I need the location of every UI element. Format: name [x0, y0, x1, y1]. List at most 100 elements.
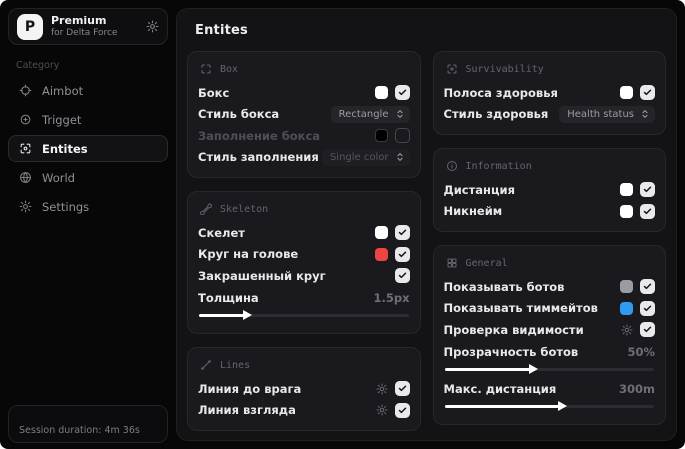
slider-thumb[interactable] — [243, 310, 253, 320]
brand-subtitle: for Delta Force — [51, 27, 118, 38]
app-window: P Premium for Delta Force Category Aimbo… — [0, 0, 685, 449]
max-distance-slider[interactable] — [444, 400, 654, 411]
sidebar-item-world[interactable]: World — [8, 164, 168, 191]
sidebar-item-label: Trigget — [42, 112, 82, 127]
checkbox-checked[interactable] — [640, 182, 655, 198]
page-title: Entites — [195, 23, 248, 38]
setting-row-box-style: Стиль бокса Rectangle — [198, 104, 410, 126]
target-icon — [19, 113, 32, 126]
checkbox-checked[interactable] — [394, 381, 410, 397]
bots-opacity-slider[interactable] — [444, 364, 654, 374]
fill-style-select[interactable]: Single color — [321, 148, 410, 166]
select-value: Health status — [567, 108, 634, 120]
setting-label: Макс. дистанция — [443, 381, 557, 396]
setting-row-fill-style: Стиль заполнения Single color — [198, 147, 410, 169]
category-label: Category — [16, 60, 60, 71]
slider-fill — [199, 310, 253, 320]
gear-icon[interactable] — [376, 383, 388, 395]
main-content: Entites Box Бокс Стиль бокса Rectangle З… — [176, 8, 677, 441]
setting-label: Показывать тиммейтов — [443, 301, 598, 316]
setting-label: Круг на голове — [198, 247, 299, 262]
setting-row-view-line: Линия взгляда — [198, 400, 410, 422]
brand-title: Premium — [51, 14, 107, 27]
frame-icon — [200, 63, 212, 75]
sidebar-item-trigget[interactable]: Trigget — [8, 106, 168, 133]
panel-survivability-header: Survivability — [444, 59, 656, 82]
color-swatch[interactable] — [620, 86, 633, 100]
setting-label: Линия до врага — [198, 381, 302, 396]
panel-header-label: General — [465, 257, 508, 269]
setting-row-nickname: Никнейм — [443, 201, 655, 223]
checkbox-checked[interactable] — [640, 279, 655, 295]
slider-thumb[interactable] — [528, 364, 538, 374]
panel-general: General Показывать ботов Показывать тимм… — [432, 245, 666, 425]
slider-thumb[interactable] — [557, 400, 567, 411]
panel-information: Information Дистанция Никнейм — [432, 148, 666, 232]
panel-box: Box Бокс Стиль бокса Rectangle Заполнени… — [187, 51, 421, 178]
color-swatch[interactable] — [374, 226, 388, 240]
setting-row-distance: Дистанция — [444, 179, 655, 201]
left-column: Box Бокс Стиль бокса Rectangle Заполнени… — [187, 51, 421, 431]
thickness-slider-group: Толщина 1.5px — [198, 288, 410, 320]
panel-lines-header: Lines — [198, 355, 410, 378]
panel-header-label: Box — [220, 63, 239, 75]
checkbox-checked[interactable] — [394, 85, 410, 101]
checkbox-checked[interactable] — [640, 322, 655, 338]
thickness-slider[interactable] — [199, 310, 409, 320]
checkbox-checked[interactable] — [640, 85, 655, 101]
checkbox-checked[interactable] — [640, 300, 655, 316]
panel-lines: Lines Линия до врага Линия взгляда — [187, 347, 421, 431]
color-swatch[interactable] — [374, 247, 388, 261]
select-value: Single color — [329, 151, 389, 163]
setting-row-box-fill: Заполнение бокса — [198, 125, 410, 147]
color-swatch[interactable] — [374, 129, 388, 143]
color-swatch[interactable] — [620, 301, 633, 315]
gear-icon[interactable] — [146, 20, 159, 33]
color-swatch[interactable] — [374, 86, 388, 100]
gear-icon[interactable] — [376, 404, 388, 416]
sidebar-item-entites[interactable]: Entites — [8, 135, 168, 162]
checkbox-unchecked[interactable] — [394, 128, 410, 144]
sidebar-nav: Aimbot Trigget Entites World Settings — [8, 77, 168, 220]
setting-row-visibility-check: Проверка видимости — [443, 319, 655, 341]
checkbox-checked[interactable] — [394, 268, 410, 284]
color-swatch[interactable] — [620, 183, 633, 197]
globe-icon — [19, 171, 32, 184]
setting-row-thickness: Толщина 1.5px — [198, 288, 410, 310]
setting-row-show-teammates: Показывать тиммейтов — [443, 298, 655, 320]
check-icon — [643, 208, 652, 214]
opacity-slider-group: Прозрачность ботов 50% — [444, 342, 655, 374]
color-swatch[interactable] — [620, 280, 633, 294]
panel-header-label: Survivability — [465, 63, 544, 75]
setting-label: Никнейм — [443, 204, 503, 219]
slider-fill — [444, 364, 538, 374]
setting-label: Полоса здоровья — [443, 85, 558, 100]
setting-label: Скелет — [198, 225, 245, 240]
panel-information-header: Information — [444, 156, 656, 179]
setting-label: Показывать ботов — [443, 279, 565, 294]
checkbox-checked[interactable] — [394, 402, 410, 418]
check-icon — [398, 251, 406, 257]
sidebar-item-label: Settings — [42, 199, 90, 214]
sidebar-item-aimbot[interactable]: Aimbot — [8, 77, 168, 104]
right-column: Survivability Полоса здоровья Стиль здор… — [432, 51, 666, 431]
check-icon — [643, 89, 652, 96]
sidebar-item-settings[interactable]: Settings — [8, 193, 168, 220]
setting-label: Стиль бокса — [198, 107, 280, 122]
setting-row-enemy-line: Линия до врага — [198, 378, 410, 400]
checkbox-checked[interactable] — [394, 246, 410, 262]
checkbox-checked[interactable] — [394, 225, 410, 241]
setting-label: Проверка видимости — [443, 322, 584, 337]
setting-row-head-circle: Круг на голове — [198, 244, 410, 266]
color-swatch[interactable] — [620, 204, 633, 218]
check-icon — [643, 283, 652, 290]
box-style-select[interactable]: Rectangle — [330, 105, 410, 123]
checkbox-checked[interactable] — [640, 203, 655, 219]
crosshair-icon — [19, 84, 32, 97]
gear-icon[interactable] — [621, 324, 633, 336]
brand-text: Premium for Delta Force — [51, 14, 117, 39]
panel-skeleton: Skeleton Скелет Круг на голове Закрашенн… — [187, 191, 421, 334]
chevrons-up-down-icon — [395, 152, 405, 162]
panel-general-header: General — [444, 253, 656, 276]
health-style-select[interactable]: Health status — [559, 105, 655, 123]
